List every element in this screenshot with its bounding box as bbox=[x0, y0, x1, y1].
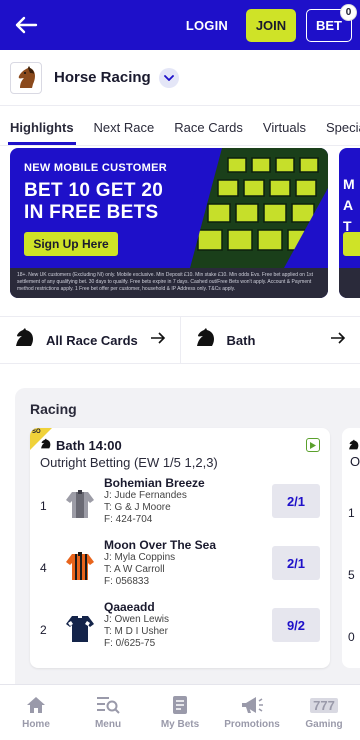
top-bar: LOGIN JOIN BET 0 bbox=[0, 0, 360, 50]
jockey-silk-navy-icon bbox=[66, 614, 94, 642]
quick-links: All Race Cards Bath bbox=[0, 316, 360, 364]
tab-highlights[interactable]: Highlights bbox=[8, 120, 76, 145]
nav-gaming[interactable]: 777 Gaming bbox=[288, 685, 360, 740]
promo-next-cta bbox=[343, 232, 360, 256]
horse-head-icon bbox=[40, 438, 52, 453]
betslip-button[interactable]: BET 0 bbox=[306, 3, 357, 42]
promo-banner-next[interactable]: M A T bbox=[339, 148, 360, 298]
runner-jockey: J: Jude Fernandes bbox=[104, 490, 187, 501]
menu-search-icon bbox=[96, 695, 120, 715]
sport-selector[interactable]: Horse Racing bbox=[0, 50, 360, 106]
runner-number: 0 bbox=[348, 630, 355, 644]
horse-head-icon bbox=[195, 327, 217, 353]
nav-promotions[interactable]: Promotions bbox=[216, 685, 288, 740]
race-card-next[interactable]: O 1 5 0 bbox=[342, 428, 360, 668]
betslip-label: BET bbox=[316, 17, 342, 33]
promo-kicker: NEW MOBILE CUSTOMER bbox=[24, 162, 167, 174]
promo-next-letters: M A T bbox=[343, 176, 355, 234]
special-offer-badge: SO bbox=[32, 429, 41, 435]
join-button[interactable]: JOIN bbox=[246, 8, 296, 42]
promo-headline-line2: IN FREE BETS bbox=[24, 202, 159, 223]
race-card[interactable]: SO Bath 14:00 Outright Betting (EW 1/5 1… bbox=[30, 428, 330, 668]
runner-trainer: T: A W Carroll bbox=[104, 564, 165, 575]
runner-number: 1 bbox=[40, 499, 47, 513]
stadium-seats-graphic bbox=[188, 148, 328, 268]
odds-button[interactable]: 9/2 bbox=[272, 608, 320, 642]
promo-banner[interactable]: NEW MOBILE CUSTOMER BET 10 GET 20 IN FRE… bbox=[10, 148, 328, 298]
runner-jockey: J: Owen Lewis bbox=[104, 614, 170, 625]
race-market-peek: O bbox=[350, 454, 360, 469]
play-icon[interactable] bbox=[306, 438, 320, 452]
sport-title: Horse Racing bbox=[54, 69, 151, 86]
betslip-count-badge: 0 bbox=[340, 3, 357, 21]
page: LOGIN JOIN BET 0 Horse Racing Highlights… bbox=[0, 0, 360, 740]
back-arrow-icon[interactable] bbox=[12, 11, 40, 39]
arrow-right-icon bbox=[330, 331, 346, 349]
tab-virtuals[interactable]: Virtuals bbox=[263, 120, 306, 145]
promo-carousel[interactable]: NEW MOBILE CUSTOMER BET 10 GET 20 IN FRE… bbox=[0, 146, 360, 316]
runner-form: F: 0/625-75 bbox=[104, 638, 156, 649]
chevron-down-icon[interactable] bbox=[158, 67, 179, 88]
runner-number: 2 bbox=[40, 623, 47, 637]
all-race-cards-label: All Race Cards bbox=[46, 332, 138, 348]
nav-menu[interactable]: Menu bbox=[72, 685, 144, 740]
bottom-nav: Home Menu My Bets Promotions 777 Gaming bbox=[0, 684, 360, 740]
race-market: Outright Betting (EW 1/5 1,2,3) bbox=[40, 455, 218, 470]
runner-row: 1 Bohemian Breeze J: Jude Fernandes T: G… bbox=[40, 476, 320, 538]
runner-number: 1 bbox=[348, 506, 355, 520]
megaphone-icon bbox=[240, 695, 264, 715]
arrow-right-icon bbox=[150, 331, 166, 349]
home-icon bbox=[26, 695, 46, 715]
nav-home[interactable]: Home bbox=[0, 685, 72, 740]
promo-terms: 18+. New UK customers (Excluding NI) onl… bbox=[10, 268, 328, 298]
runner-number: 4 bbox=[40, 561, 47, 575]
sign-up-button[interactable]: Sign Up Here bbox=[24, 232, 118, 256]
race-title: Bath 14:00 bbox=[56, 438, 122, 453]
runner-name: Bohemian Breeze bbox=[104, 476, 205, 490]
bet-slip-icon bbox=[172, 695, 188, 715]
promo-next-terms bbox=[339, 268, 360, 298]
jockey-silk-grey-icon bbox=[66, 490, 94, 518]
runner-number: 5 bbox=[348, 568, 355, 582]
runner-name: Moon Over The Sea bbox=[104, 538, 217, 552]
slot-777-icon: 777 bbox=[310, 697, 338, 713]
jockey-silk-orange-icon bbox=[66, 552, 94, 580]
runner-row: 4 Moon Over The Sea J: Myla Coppins T: A… bbox=[40, 538, 320, 600]
runner-jockey: J: Myla Coppins bbox=[104, 552, 176, 563]
racing-section: Racing SO Bath 14:00 Outright Betting (E… bbox=[15, 388, 360, 688]
horse-head-icon bbox=[10, 61, 42, 94]
bath-link[interactable]: Bath bbox=[179, 317, 360, 363]
bath-label: Bath bbox=[226, 332, 256, 348]
race-header: Bath 14:00 Outright Betting (EW 1/5 1,2,… bbox=[40, 438, 320, 470]
runner-trainer: T: G & J Moore bbox=[104, 502, 171, 513]
runner-form: F: 056833 bbox=[104, 576, 150, 587]
promo-headline-line1: BET 10 GET 20 bbox=[24, 180, 164, 201]
tab-specials[interactable]: Specials bbox=[326, 120, 360, 145]
runner-name: Qaaeadd bbox=[104, 600, 155, 614]
runner-form: F: 424-704 bbox=[104, 514, 153, 525]
odds-button[interactable]: 2/1 bbox=[272, 484, 320, 518]
tab-next-race[interactable]: Next Race bbox=[94, 120, 155, 145]
nav-my-bets[interactable]: My Bets bbox=[144, 685, 216, 740]
section-title: Racing bbox=[30, 401, 77, 417]
tab-race-cards[interactable]: Race Cards bbox=[174, 120, 243, 145]
runner-row: 2 Qaaeadd J: Owen Lewis T: M D I Usher F… bbox=[40, 600, 320, 662]
odds-button[interactable]: 2/1 bbox=[272, 546, 320, 580]
all-race-cards-link[interactable]: All Race Cards bbox=[0, 317, 180, 363]
runner-trainer: T: M D I Usher bbox=[104, 626, 168, 637]
tab-bar: Highlights Next Race Race Cards Virtuals… bbox=[0, 106, 360, 146]
horse-head-icon bbox=[14, 327, 36, 353]
login-button[interactable]: LOGIN bbox=[186, 18, 228, 33]
